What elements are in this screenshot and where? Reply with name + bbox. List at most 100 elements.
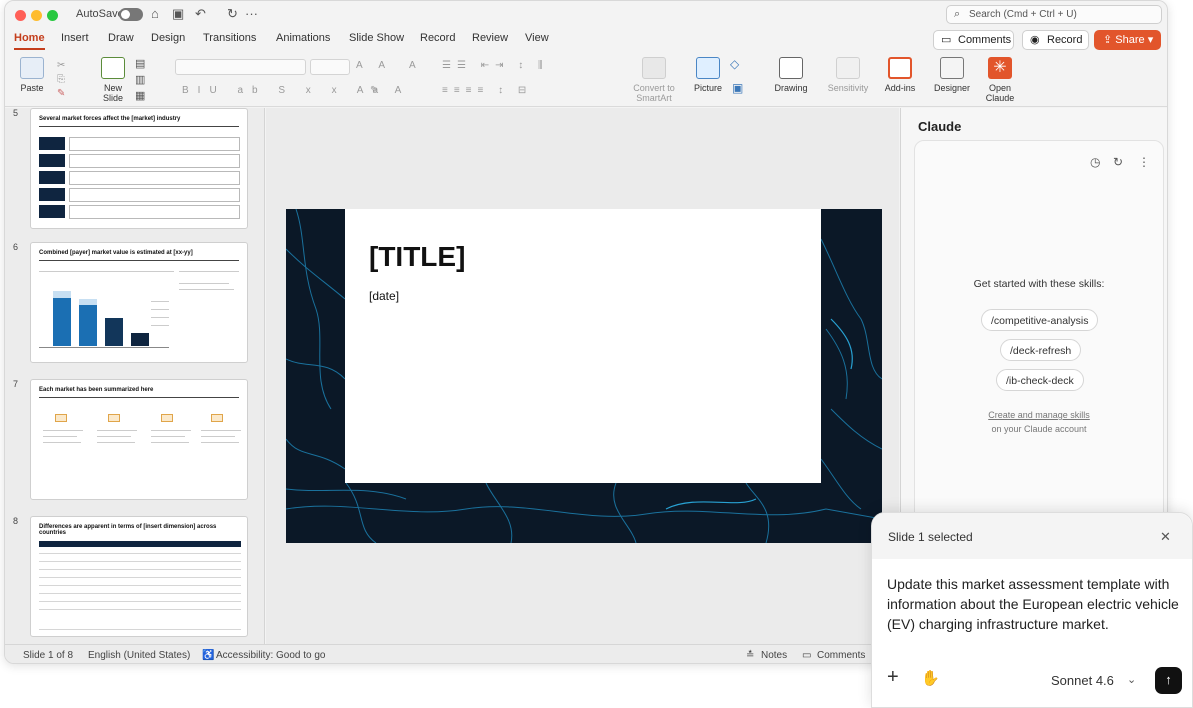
clear-format-icon[interactable]: A [409, 60, 423, 71]
align-icons[interactable]: ≡≡≡≡ ↕ ⊟ [442, 85, 532, 96]
refresh-icon[interactable]: ↻ [1113, 155, 1123, 169]
layout-icon[interactable]: ▤ [135, 57, 145, 71]
more-icon[interactable]: ··· [245, 7, 258, 21]
tab-view[interactable]: View [525, 32, 549, 44]
legend-line [151, 325, 169, 326]
cut-icon[interactable]: ✂ [57, 59, 65, 73]
tab-design[interactable]: Design [151, 32, 185, 44]
add-attachment-icon[interactable]: + [887, 666, 899, 689]
thumbnail-number: 8 [13, 516, 19, 526]
chevron-down-icon[interactable]: ⌄ [1127, 673, 1136, 686]
table-row [39, 629, 241, 630]
tab-draw[interactable]: Draw [108, 32, 134, 44]
notes-button[interactable]: Notes [761, 650, 787, 661]
open-claude-button[interactable]: ✳ Open Claude [983, 57, 1017, 103]
slide-thumbnail-6[interactable]: Combined [payer] market value is estimat… [30, 242, 248, 363]
force-box [39, 137, 65, 150]
accessibility-icon: ♿ [202, 650, 215, 661]
sensitivity-button[interactable]: Sensitivity [825, 57, 871, 93]
summary-line [43, 430, 83, 431]
convert-smartart-button[interactable]: Convert to SmartArt [630, 57, 678, 103]
close-icon[interactable]: ✕ [1160, 529, 1171, 545]
new-slide-label-1: New [103, 83, 122, 93]
thumbnail-rule [39, 397, 239, 398]
thumbnail-number: 7 [13, 379, 19, 389]
market-icon [55, 414, 67, 422]
skill-ib-check-deck[interactable]: /ib-check-deck [996, 369, 1084, 391]
drawing-label: Drawing [774, 83, 808, 93]
slide-1[interactable]: [TITLE] [date] [286, 209, 882, 543]
paste-button[interactable]: Paste [15, 57, 49, 93]
popup-header: Slide 1 selected ✕ [872, 513, 1192, 559]
reset-icon[interactable]: ▥ [135, 73, 145, 87]
slide-thumbnail-8[interactable]: Differences are apparent in terms of [in… [30, 516, 248, 637]
zoom-window-button[interactable] [47, 10, 58, 21]
chart-bar [79, 305, 97, 346]
redo-icon[interactable]: ↻ [227, 7, 238, 21]
tab-insert[interactable]: Insert [61, 32, 89, 44]
comment-icon: ▭ [941, 34, 952, 46]
summary-line [201, 442, 239, 443]
share-icon: ⇪ [1103, 34, 1116, 46]
legend-line [151, 317, 169, 318]
claude-card: ◷ ↻ ⋮ Get started with these skills: /co… [914, 140, 1164, 550]
font-size-buttons-icon[interactable]: A A [356, 60, 392, 71]
force-text-box [69, 171, 240, 185]
format-painter-icon[interactable]: ✎ [57, 87, 65, 101]
market-icon [211, 414, 223, 422]
slide-thumbnail-5[interactable]: Several market forces affect the [market… [30, 108, 248, 229]
slide-date[interactable]: [date] [369, 289, 399, 303]
save-icon[interactable]: ▣ [172, 7, 184, 21]
record-button[interactable]: ◉ Record [1022, 30, 1089, 50]
designer-button[interactable]: Designer [933, 57, 971, 93]
addins-button[interactable]: Add-ins [883, 57, 917, 93]
slide-thumbnails-panel: 5 Several market forces affect the [mark… [5, 108, 265, 644]
tab-transitions[interactable]: Transitions [203, 32, 256, 44]
copy-icon[interactable]: ⎘ [57, 73, 65, 87]
home-icon[interactable]: ⌂ [151, 7, 159, 21]
title-bar: AutoSave ⌂ ▣ ↶ ↻ ··· ⌕ Search (Cmd + Ctr… [5, 1, 1167, 29]
summary-line [151, 442, 189, 443]
new-slide-button[interactable]: New Slide [95, 57, 131, 103]
list-icons[interactable]: ☰☰ ⇤⇥ ↕ ⫼ [442, 60, 549, 71]
picture-button[interactable]: Picture [691, 57, 725, 93]
font-size-select[interactable] [310, 59, 350, 75]
language-status[interactable]: English (United States) [88, 650, 190, 661]
undo-icon[interactable]: ↶ [195, 7, 206, 21]
share-button[interactable]: ⇪ Share ▾ [1094, 30, 1161, 50]
summary-line [201, 430, 241, 431]
tab-review[interactable]: Review [472, 32, 508, 44]
tab-slide-show[interactable]: Slide Show [349, 32, 404, 44]
history-icon[interactable]: ◷ [1090, 155, 1100, 169]
search-field[interactable]: ⌕ Search (Cmd + Ctrl + U) [946, 5, 1162, 24]
text-format-icons[interactable]: BIU ab S x x Aa [182, 85, 387, 96]
summary-line [43, 436, 77, 437]
manage-skills-link[interactable]: Create and manage skills [915, 410, 1163, 420]
comments-status-button[interactable]: Comments [817, 650, 865, 661]
slide-thumbnail-7[interactable]: Each market has been summarized here [30, 379, 248, 500]
skill-competitive-analysis[interactable]: /competitive-analysis [981, 309, 1099, 331]
table-row [39, 593, 241, 594]
minimize-window-button[interactable] [31, 10, 42, 21]
tab-home[interactable]: Home [14, 32, 45, 50]
claude-icon: ✳ [988, 57, 1012, 79]
skill-deck-refresh[interactable]: /deck-refresh [1000, 339, 1082, 361]
tab-animations[interactable]: Animations [276, 32, 330, 44]
accessibility-status[interactable]: Accessibility: Good to go [216, 650, 326, 661]
model-selector[interactable]: Sonnet 4.6 [1051, 673, 1114, 688]
highlight-color-icons[interactable]: ✎ A [370, 85, 408, 96]
prompt-message[interactable]: Update this market assessment template w… [887, 574, 1187, 634]
send-button[interactable]: ↑ [1155, 667, 1182, 694]
font-family-select[interactable] [175, 59, 306, 75]
section-icon[interactable]: ▦ [135, 89, 145, 103]
close-window-button[interactable] [15, 10, 26, 21]
comments-button[interactable]: ▭ Comments [933, 30, 1014, 50]
shapes-icon[interactable]: ◇ [730, 57, 739, 71]
tab-record[interactable]: Record [420, 32, 455, 44]
textbox-icon[interactable]: ▣ [732, 81, 743, 95]
slide-title[interactable]: [TITLE] [369, 241, 465, 273]
drawing-button[interactable]: Drawing [772, 57, 810, 93]
hand-icon[interactable]: ✋ [921, 669, 940, 687]
autosave-toggle[interactable] [119, 8, 143, 21]
more-options-icon[interactable]: ⋮ [1138, 155, 1150, 169]
